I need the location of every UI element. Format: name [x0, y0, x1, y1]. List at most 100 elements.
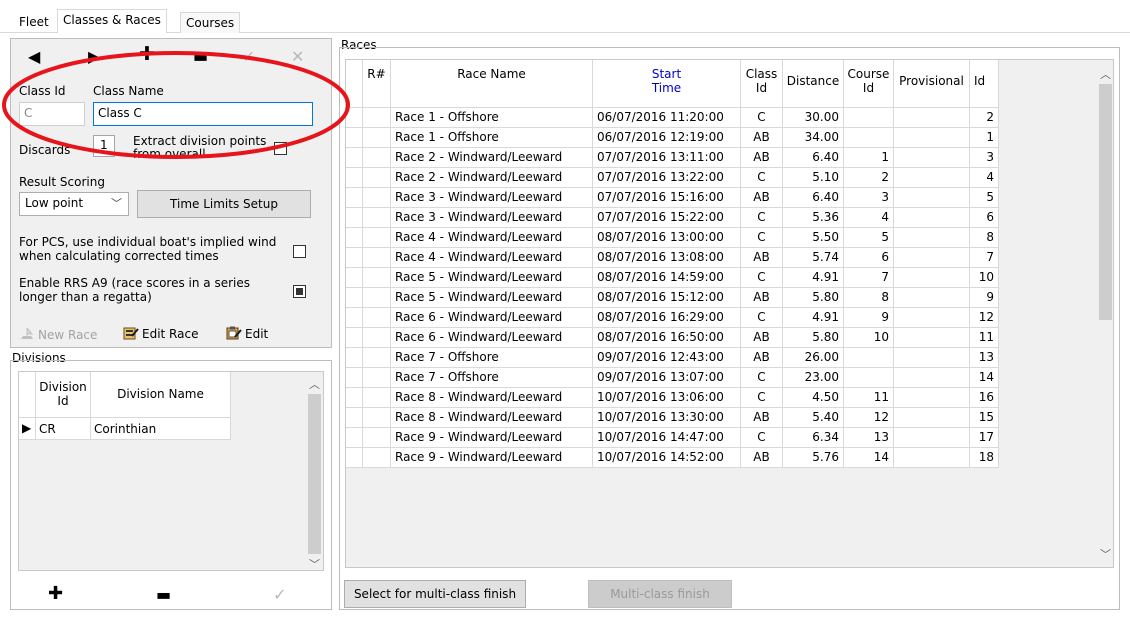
distance-cell[interactable]: 34.00 — [783, 128, 844, 148]
divisions-scrollbar[interactable]: ︿ ﹀ — [306, 372, 323, 571]
race-name-cell[interactable]: Race 9 - Windward/Leeward — [391, 428, 593, 448]
id-cell[interactable]: 10 — [970, 268, 999, 288]
race-name-cell[interactable]: Race 2 - Windward/Leeward — [391, 148, 593, 168]
race-name-cell[interactable]: Race 8 - Windward/Leeward — [391, 388, 593, 408]
delete-record-icon[interactable]: ▬ — [193, 49, 208, 65]
row-indicator-cell[interactable] — [346, 128, 363, 148]
race-number-cell[interactable] — [363, 188, 391, 208]
course-id-cell[interactable]: 11 — [844, 388, 894, 408]
provisional-cell[interactable] — [894, 108, 970, 128]
distance-cell[interactable]: 5.36 — [783, 208, 844, 228]
id-cell[interactable]: 17 — [970, 428, 999, 448]
class-id-cell[interactable]: C — [741, 108, 783, 128]
class-id-cell[interactable]: AB — [741, 448, 783, 468]
course-id-cell[interactable] — [844, 368, 894, 388]
class-id-cell[interactable]: C — [741, 208, 783, 228]
course-id-cell[interactable]: 6 — [844, 248, 894, 268]
distance-cell[interactable]: 4.91 — [783, 268, 844, 288]
race-number-cell[interactable] — [363, 108, 391, 128]
course-id-cell[interactable]: 7 — [844, 268, 894, 288]
id-cell[interactable]: 8 — [970, 228, 999, 248]
distance-cell[interactable]: 4.91 — [783, 308, 844, 328]
division-name-cell[interactable]: Corinthian — [91, 418, 231, 440]
provisional-cell[interactable] — [894, 168, 970, 188]
course-id-cell[interactable]: 12 — [844, 408, 894, 428]
provisional-cell[interactable] — [894, 388, 970, 408]
race-name-cell[interactable]: Race 1 - Offshore — [391, 108, 593, 128]
start-time-cell[interactable]: 08/07/2016 15:12:00 — [593, 288, 741, 308]
race-name-cell[interactable]: Race 6 - Windward/Leeward — [391, 308, 593, 328]
race-number-cell[interactable] — [363, 168, 391, 188]
distance-cell[interactable]: 23.00 — [783, 368, 844, 388]
course-id-cell[interactable]: 1 — [844, 148, 894, 168]
distance-cell[interactable]: 26.00 — [783, 348, 844, 368]
distance-cell[interactable]: 5.40 — [783, 408, 844, 428]
row-indicator-cell[interactable] — [346, 328, 363, 348]
start-time-cell[interactable]: 09/07/2016 12:43:00 — [593, 348, 741, 368]
race-number-cell[interactable] — [363, 428, 391, 448]
race-number-cell[interactable] — [363, 288, 391, 308]
select-multi-class-finish-button[interactable]: Select for multi-class finish — [344, 580, 526, 608]
row-indicator-cell[interactable] — [346, 188, 363, 208]
pcs-implied-wind-checkbox[interactable] — [293, 245, 306, 258]
id-cell[interactable]: 3 — [970, 148, 999, 168]
provisional-cell[interactable] — [894, 428, 970, 448]
row-indicator-cell[interactable] — [346, 448, 363, 468]
course-id-cell[interactable]: 10 — [844, 328, 894, 348]
time-limits-setup-button[interactable]: Time Limits Setup — [137, 190, 311, 218]
provisional-cell[interactable] — [894, 148, 970, 168]
tab-courses[interactable]: Courses — [180, 12, 241, 33]
start-time-cell[interactable]: 08/07/2016 16:50:00 — [593, 328, 741, 348]
delete-division-icon[interactable]: ▬ — [156, 587, 171, 603]
class-id-cell[interactable]: AB — [741, 188, 783, 208]
id-cell[interactable]: 9 — [970, 288, 999, 308]
race-name-cell[interactable]: Race 3 - Windward/Leeward — [391, 188, 593, 208]
class-id-field[interactable]: C — [19, 102, 85, 126]
row-indicator-cell[interactable] — [346, 208, 363, 228]
discards-field[interactable]: 1 — [93, 135, 115, 157]
race-number-cell[interactable] — [363, 228, 391, 248]
start-time-cell[interactable]: 07/07/2016 13:11:00 — [593, 148, 741, 168]
race-number-cell[interactable] — [363, 148, 391, 168]
class-id-cell[interactable]: AB — [741, 408, 783, 428]
distance-cell[interactable]: 6.40 — [783, 148, 844, 168]
provisional-cell[interactable] — [894, 288, 970, 308]
id-cell[interactable]: 12 — [970, 308, 999, 328]
class-id-cell[interactable]: AB — [741, 248, 783, 268]
start-time-cell[interactable]: 10/07/2016 13:30:00 — [593, 408, 741, 428]
start-time-cell[interactable]: 06/07/2016 12:19:00 — [593, 128, 741, 148]
race-number-cell[interactable] — [363, 408, 391, 428]
distance-cell[interactable]: 5.50 — [783, 228, 844, 248]
race-number-cell[interactable] — [363, 348, 391, 368]
start-time-cell[interactable]: 08/07/2016 14:59:00 — [593, 268, 741, 288]
race-name-cell[interactable]: Race 6 - Windward/Leeward — [391, 328, 593, 348]
distance-cell[interactable]: 5.76 — [783, 448, 844, 468]
race-number-cell[interactable] — [363, 248, 391, 268]
scroll-up-icon[interactable]: ︿ — [306, 376, 323, 392]
row-indicator-cell[interactable] — [346, 308, 363, 328]
id-cell[interactable]: 11 — [970, 328, 999, 348]
provisional-cell[interactable] — [894, 408, 970, 428]
provisional-cell[interactable] — [894, 248, 970, 268]
course-id-cell[interactable]: 5 — [844, 228, 894, 248]
class-id-cell[interactable]: AB — [741, 328, 783, 348]
add-record-icon[interactable]: ✚ — [139, 45, 155, 64]
provisional-cell[interactable] — [894, 228, 970, 248]
race-name-cell[interactable]: Race 1 - Offshore — [391, 128, 593, 148]
class-id-cell[interactable]: C — [741, 388, 783, 408]
race-number-cell[interactable] — [363, 328, 391, 348]
races-scroll-thumb[interactable] — [1099, 84, 1112, 320]
id-cell[interactable]: 7 — [970, 248, 999, 268]
distance-cell[interactable]: 4.50 — [783, 388, 844, 408]
id-cell[interactable]: 14 — [970, 368, 999, 388]
distance-cell[interactable]: 5.10 — [783, 168, 844, 188]
start-time-cell[interactable]: 10/07/2016 14:52:00 — [593, 448, 741, 468]
race-number-cell[interactable] — [363, 308, 391, 328]
class-id-cell[interactable]: AB — [741, 288, 783, 308]
class-id-cell[interactable]: C — [741, 228, 783, 248]
race-name-cell[interactable]: Race 5 - Windward/Leeward — [391, 288, 593, 308]
start-time-cell[interactable]: 08/07/2016 13:00:00 — [593, 228, 741, 248]
class-id-cell[interactable]: C — [741, 268, 783, 288]
distance-cell[interactable]: 5.80 — [783, 328, 844, 348]
race-name-cell[interactable]: Race 9 - Windward/Leeward — [391, 448, 593, 468]
